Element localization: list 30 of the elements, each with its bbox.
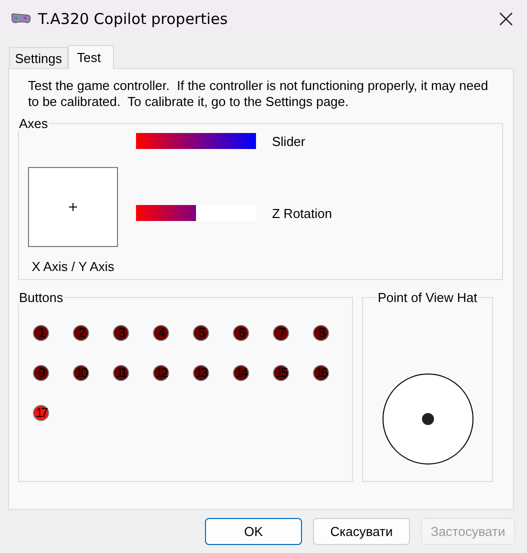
button-indicator: 12	[153, 365, 169, 381]
group-label: Point of View Hat	[376, 290, 478, 305]
axis-label: Slider	[272, 134, 306, 148]
button-indicator: 6	[233, 325, 249, 341]
button-indicator: 9	[33, 365, 49, 381]
axis-label: Z Rotation	[272, 206, 332, 220]
description-text: Test the game controller. If the controller is not functioning properly, it may need to be calibrated. To calibrate it, go to the Settings page.	[28, 78, 490, 110]
tab[interactable]: Test	[68, 45, 114, 69]
tab[interactable]: Settings	[9, 47, 68, 68]
button-indicator: 2	[73, 325, 89, 341]
button-indicator: 13	[193, 365, 209, 381]
button-indicator: 4	[153, 325, 169, 341]
button-indicator: 15	[273, 365, 289, 381]
button-indicator: 11	[113, 365, 129, 381]
button-indicator: 5	[193, 325, 209, 341]
button-indicator: 7	[273, 325, 289, 341]
group-label: Buttons	[18, 290, 64, 305]
group-label: Axes	[18, 116, 49, 131]
dialog-button[interactable]: OK	[205, 518, 302, 545]
button-indicator: 17	[33, 405, 49, 421]
axis-label: X Axis / Y Axis	[32, 259, 114, 274]
button-indicator: 8	[313, 325, 329, 341]
dialog-button[interactable]: Скасувати	[313, 518, 410, 545]
button-indicator: 10	[73, 365, 89, 381]
button-indicator: 14	[233, 365, 249, 381]
button-indicator: 3	[113, 325, 129, 341]
button-indicator: 1	[33, 325, 49, 341]
button-indicator: 16	[313, 365, 329, 381]
close-icon[interactable]	[499, 12, 513, 26]
window-title: T.A320 Copilot properties	[38, 10, 229, 28]
